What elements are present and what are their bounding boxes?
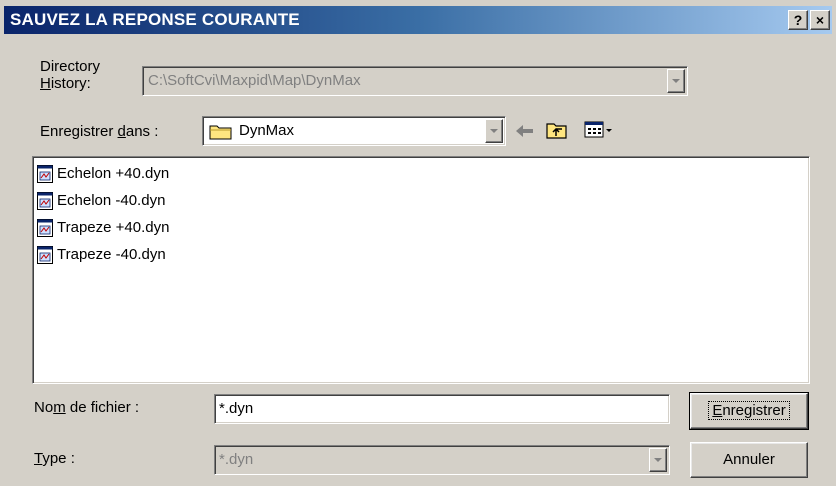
folder-icon	[209, 125, 232, 140]
filename-value: *.dyn	[219, 400, 254, 417]
save-in-value: DynMax	[239, 122, 295, 139]
filename-label-accel: m	[53, 399, 66, 416]
filename-label: Nom de fichier :	[34, 399, 139, 416]
save-dialog: SAUVEZ LA REPONSE COURANTE ? × Directory…	[0, 0, 836, 486]
history-value: C:\SoftCvi\Maxpid\Map\DynMax	[148, 72, 361, 89]
save-in-dropdown-button[interactable]	[485, 119, 503, 143]
file-name: Trapeze -40.dyn	[57, 246, 166, 263]
dyn-file-icon	[37, 219, 53, 238]
history-label-accel: H	[40, 75, 51, 92]
type-label: Type :	[34, 450, 75, 467]
file-list[interactable]: Echelon +40.dyn Echelon -40.dyn Trapeze +4…	[32, 156, 810, 384]
back-arrow-icon[interactable]	[514, 122, 536, 140]
save-button-rest: nregistrer	[722, 402, 786, 419]
file-list-item[interactable]: Trapeze +40.dyn	[37, 215, 169, 241]
dyn-file-icon	[37, 246, 53, 265]
save-in-combo[interactable]: DynMax	[202, 116, 506, 146]
close-button[interactable]: ×	[810, 10, 830, 30]
file-name: Trapeze +40.dyn	[57, 219, 170, 236]
filename-input[interactable]: *.dyn	[214, 394, 670, 424]
history-dropdown-button[interactable]	[667, 69, 685, 93]
file-list-item[interactable]: Trapeze -40.dyn	[37, 242, 166, 268]
file-list-item[interactable]: Echelon +40.dyn	[37, 161, 169, 187]
dyn-file-icon	[37, 165, 53, 184]
type-value: *.dyn	[219, 451, 254, 468]
filename-label-post: de fichier :	[65, 399, 140, 416]
save-in-label-pre: Enregistrer	[40, 123, 118, 140]
file-list-item[interactable]: Echelon -40.dyn	[37, 188, 165, 214]
dialog-title: SAUVEZ LA REPONSE COURANTE	[10, 10, 300, 29]
up-folder-icon[interactable]	[545, 120, 569, 140]
filename-label-pre: No	[34, 399, 54, 416]
save-button-label: Enregistrer	[708, 401, 790, 420]
save-in-label: Enregistrer dans :	[40, 123, 158, 140]
save-button-accel: E	[712, 402, 723, 419]
history-label: Directory History:	[40, 58, 100, 92]
history-combo[interactable]: C:\SoftCvi\Maxpid\Map\DynMax	[142, 66, 688, 96]
file-name: Echelon +40.dyn	[57, 165, 170, 182]
help-button[interactable]: ?	[788, 10, 808, 30]
file-name: Echelon -40.dyn	[57, 192, 166, 209]
history-label-rest: istory:	[50, 75, 91, 92]
view-menu-icon[interactable]	[584, 120, 614, 140]
save-in-label-post: ans :	[125, 123, 159, 140]
dyn-file-icon	[37, 192, 53, 211]
type-label-post: ype :	[42, 450, 75, 467]
history-label-line1: Directory	[40, 58, 101, 75]
cancel-button[interactable]: Annuler	[690, 442, 808, 478]
save-in-label-accel: d	[117, 123, 126, 140]
save-button[interactable]: Enregistrer	[689, 392, 809, 430]
title-bar: SAUVEZ LA REPONSE COURANTE	[4, 6, 832, 34]
type-combo[interactable]: *.dyn	[214, 445, 670, 475]
type-dropdown-button[interactable]	[649, 448, 667, 472]
